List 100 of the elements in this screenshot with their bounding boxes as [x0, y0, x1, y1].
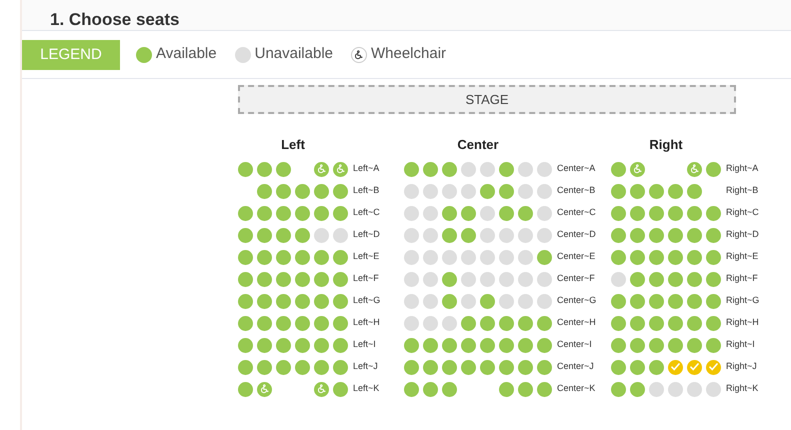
seat[interactable]: [630, 250, 645, 264]
seat[interactable]: [314, 250, 329, 264]
seat[interactable]: [499, 316, 514, 330]
seat[interactable]: [461, 206, 476, 220]
seat[interactable]: [333, 272, 348, 286]
seat[interactable]: [333, 316, 348, 330]
seat[interactable]: [687, 250, 702, 264]
seat[interactable]: [499, 382, 514, 396]
seat[interactable]: [630, 184, 645, 198]
seat[interactable]: [630, 206, 645, 220]
seat[interactable]: [649, 316, 664, 330]
seat[interactable]: [499, 184, 514, 198]
seat[interactable]: [518, 360, 533, 374]
seat[interactable]: [649, 294, 664, 308]
seat[interactable]: [238, 250, 253, 264]
seat[interactable]: [238, 382, 253, 396]
seat[interactable]: [238, 316, 253, 330]
seat[interactable]: [668, 184, 683, 198]
seat[interactable]: [687, 294, 702, 308]
seat[interactable]: [423, 338, 438, 352]
seat[interactable]: [295, 184, 310, 198]
seat[interactable]: [276, 316, 291, 330]
seat[interactable]: [314, 294, 329, 308]
seat[interactable]: [611, 250, 626, 264]
seat[interactable]: [611, 206, 626, 220]
seat[interactable]: [238, 206, 253, 220]
seat[interactable]: [404, 360, 419, 374]
seat[interactable]: [257, 162, 272, 176]
seat[interactable]: [442, 338, 457, 352]
seat[interactable]: [687, 184, 702, 198]
seat[interactable]: [649, 206, 664, 220]
seat[interactable]: [423, 360, 438, 374]
seat[interactable]: [687, 338, 702, 352]
seat[interactable]: [518, 382, 533, 396]
seat[interactable]: [480, 294, 495, 308]
seat[interactable]: [276, 250, 291, 264]
seat[interactable]: [706, 316, 721, 330]
seat[interactable]: [630, 382, 645, 396]
seat[interactable]: [257, 206, 272, 220]
seat[interactable]: [257, 294, 272, 308]
seat[interactable]: [295, 206, 310, 220]
seat[interactable]: [499, 206, 514, 220]
seat[interactable]: [257, 184, 272, 198]
seat[interactable]: [423, 162, 438, 176]
seat[interactable]: [687, 206, 702, 220]
seat[interactable]: [649, 228, 664, 242]
seat[interactable]: [276, 338, 291, 352]
seat[interactable]: [518, 338, 533, 352]
seat[interactable]: [314, 162, 329, 176]
seat[interactable]: [611, 382, 626, 396]
seat[interactable]: [537, 360, 552, 374]
seat[interactable]: [687, 316, 702, 330]
seat[interactable]: [706, 294, 721, 308]
seat[interactable]: [687, 228, 702, 242]
seat[interactable]: [668, 206, 683, 220]
seat[interactable]: [630, 360, 645, 374]
seat[interactable]: [649, 360, 664, 374]
seat[interactable]: [630, 228, 645, 242]
seat[interactable]: [499, 338, 514, 352]
seat[interactable]: [611, 184, 626, 198]
seat[interactable]: [404, 338, 419, 352]
seat[interactable]: [442, 162, 457, 176]
seat[interactable]: [333, 206, 348, 220]
seat[interactable]: [276, 206, 291, 220]
seat[interactable]: [295, 316, 310, 330]
seat[interactable]: [257, 316, 272, 330]
seat[interactable]: [314, 272, 329, 286]
seat[interactable]: [480, 316, 495, 330]
seat[interactable]: [461, 316, 476, 330]
seat[interactable]: [257, 338, 272, 352]
seat[interactable]: [238, 294, 253, 308]
seat[interactable]: [630, 272, 645, 286]
seat[interactable]: [611, 228, 626, 242]
seat[interactable]: [480, 184, 495, 198]
seat[interactable]: [314, 360, 329, 374]
seat[interactable]: [518, 206, 533, 220]
seat[interactable]: [668, 250, 683, 264]
seat[interactable]: [611, 162, 626, 176]
seat[interactable]: [611, 294, 626, 308]
seat[interactable]: [295, 272, 310, 286]
seat[interactable]: [668, 294, 683, 308]
seat[interactable]: [442, 206, 457, 220]
seat[interactable]: [333, 382, 348, 396]
seat[interactable]: [499, 162, 514, 176]
seat[interactable]: [706, 206, 721, 220]
seat[interactable]: [333, 338, 348, 352]
seat[interactable]: [257, 382, 272, 396]
seat[interactable]: [480, 360, 495, 374]
seat[interactable]: [276, 228, 291, 242]
seat[interactable]: [668, 228, 683, 242]
seat[interactable]: [706, 360, 721, 374]
seat[interactable]: [630, 294, 645, 308]
seat[interactable]: [706, 250, 721, 264]
seat[interactable]: [611, 360, 626, 374]
seat[interactable]: [238, 228, 253, 242]
seat[interactable]: [333, 162, 348, 176]
seat[interactable]: [276, 360, 291, 374]
seat[interactable]: [295, 228, 310, 242]
legend-button[interactable]: LEGEND: [22, 40, 120, 70]
seat[interactable]: [442, 272, 457, 286]
